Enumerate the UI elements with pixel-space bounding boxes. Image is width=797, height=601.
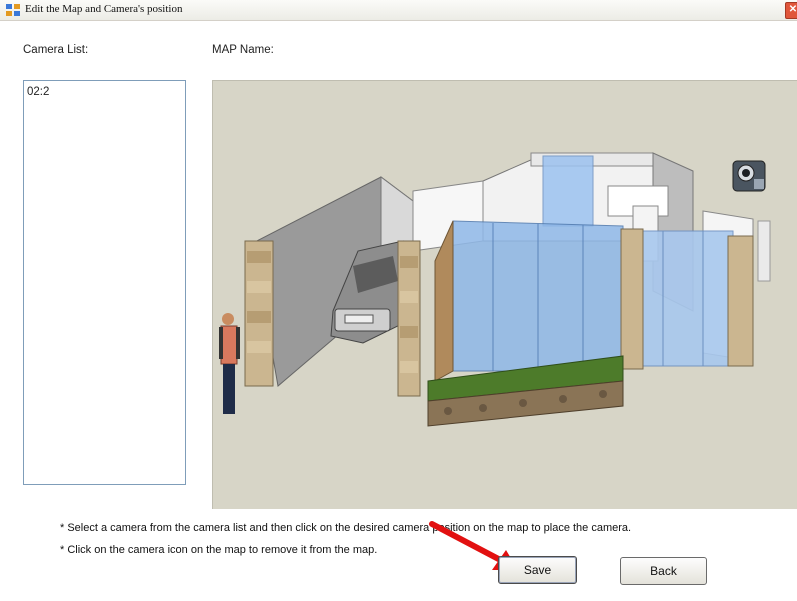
camera-list-item[interactable]: 02:2: [27, 86, 49, 98]
close-button[interactable]: ✕: [785, 2, 797, 19]
camera-list-label: Camera List:: [23, 44, 89, 56]
map-canvas[interactable]: [212, 80, 797, 509]
instruction-line-1: * Select a camera from the camera list a…: [60, 522, 632, 534]
map-name-label: MAP Name:: [212, 44, 274, 56]
webcam-icon[interactable]: [732, 160, 766, 192]
app-icon: [6, 4, 20, 16]
save-button[interactable]: Save: [498, 556, 577, 584]
instruction-line-2: * Click on the camera icon on the map to…: [60, 544, 378, 556]
title-bar: Edit the Map and Camera's position ✕: [0, 0, 797, 21]
window-title: Edit the Map and Camera's position: [25, 3, 183, 15]
camera-list[interactable]: 02:2: [23, 80, 186, 485]
back-button[interactable]: Back: [620, 557, 707, 585]
floorplan-3d-model: [219, 152, 771, 427]
